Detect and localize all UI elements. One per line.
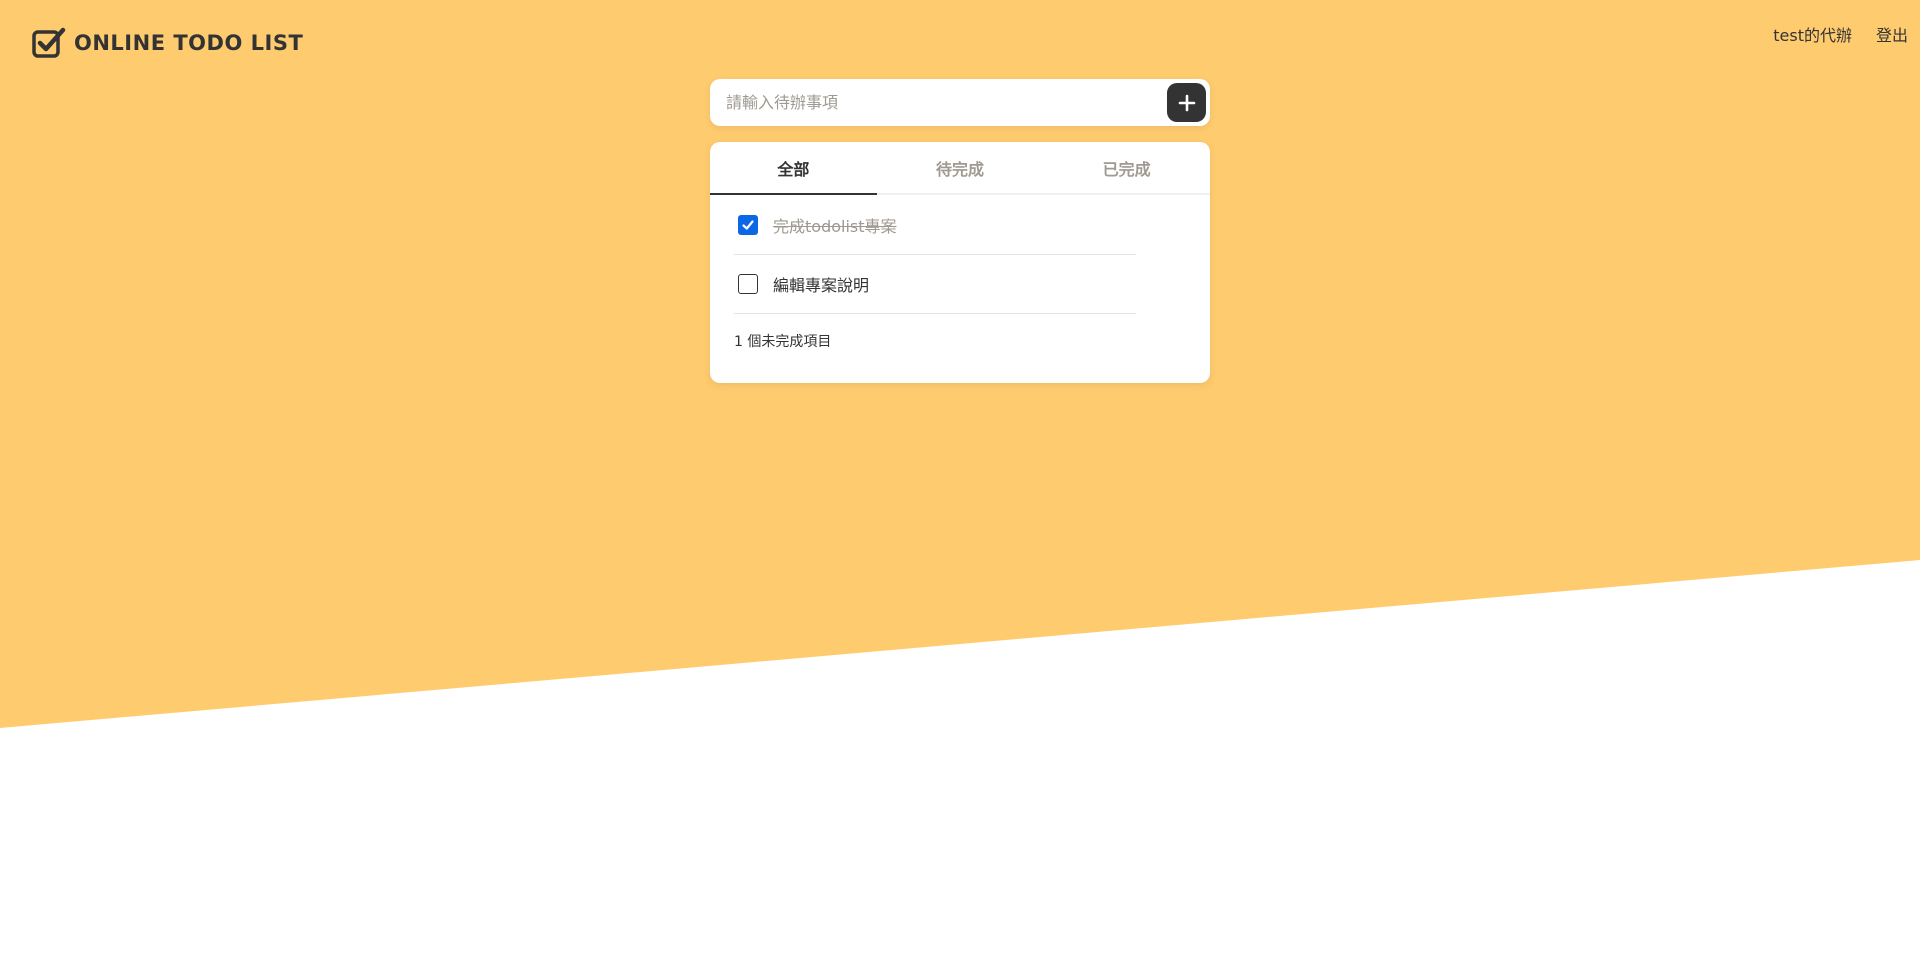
tab-pending[interactable]: 待完成 bbox=[877, 142, 1044, 193]
todo-item: 編輯專案說明 bbox=[734, 255, 1136, 314]
todo-label: 完成todolist專案 bbox=[773, 217, 897, 236]
tab-completed[interactable]: 已完成 bbox=[1043, 142, 1210, 193]
logout-link[interactable]: 登出 bbox=[1876, 22, 1908, 46]
top-header: ONLINE TODO LIST test的代辦 登出 bbox=[0, 0, 1920, 84]
user-name: test的代辦 bbox=[1773, 26, 1852, 45]
remaining-count: 1 個未完成項目 bbox=[734, 334, 832, 350]
todo-label: 編輯專案說明 bbox=[773, 276, 870, 295]
todo-list-card: 全部 待完成 已完成 完成todolist專案 編輯專案說明 1 個未完成項目 bbox=[710, 142, 1210, 383]
plus-icon bbox=[1178, 94, 1195, 111]
todo-item: 完成todolist專案 bbox=[734, 196, 1136, 255]
add-todo-form bbox=[710, 79, 1210, 126]
header-nav: test的代辦 登出 bbox=[1773, 22, 1908, 46]
todo-checkbox-checked[interactable] bbox=[738, 215, 758, 235]
logo-text: ONLINE TODO LIST bbox=[74, 31, 304, 55]
add-todo-button[interactable] bbox=[1167, 83, 1206, 122]
checkbox-logo-icon bbox=[32, 27, 66, 58]
todo-items: 完成todolist專案 編輯專案說明 bbox=[710, 196, 1210, 314]
checkmark-icon bbox=[742, 220, 754, 230]
tab-all[interactable]: 全部 bbox=[710, 142, 877, 195]
filter-tabs: 全部 待完成 已完成 bbox=[710, 142, 1210, 195]
todo-checkbox-unchecked[interactable] bbox=[738, 274, 758, 294]
logo-link[interactable]: ONLINE TODO LIST bbox=[32, 26, 303, 60]
todo-input[interactable] bbox=[726, 79, 1146, 126]
